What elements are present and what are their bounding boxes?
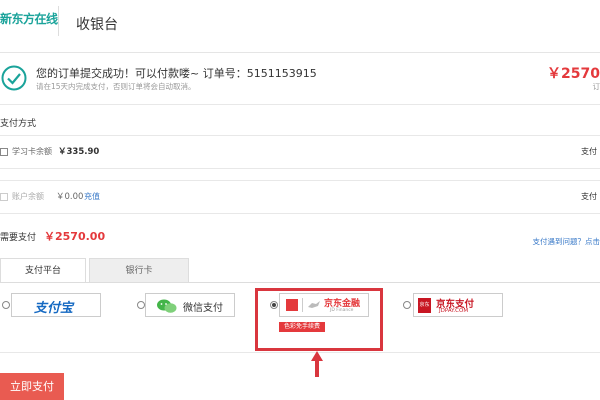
payment-problem-link[interactable]: 支付遇到问题？点击 bbox=[533, 236, 600, 247]
header: 新东方在线 收银台 bbox=[0, 0, 600, 46]
success-check-icon bbox=[1, 65, 27, 91]
selection-highlight-box bbox=[255, 288, 383, 351]
study-card-row: 学习卡余额 ￥335.90 支付 bbox=[0, 135, 600, 169]
alipay-radio[interactable] bbox=[2, 301, 10, 309]
payment-method-title: 支付方式 bbox=[0, 119, 37, 129]
study-card-balance: ￥335.90 bbox=[58, 147, 100, 157]
account-balance-value: ￥0.00 bbox=[56, 192, 84, 202]
pay-now-button[interactable]: 立即支付 bbox=[0, 373, 64, 400]
wechat-pay-label: 微信支付 bbox=[183, 303, 223, 314]
pointer-arrow-icon bbox=[311, 351, 323, 377]
account-balance-label: 账户余额 bbox=[12, 192, 44, 201]
study-card-pay-label: 支付 bbox=[581, 147, 597, 156]
brand-logo[interactable]: 新东方在线 bbox=[0, 10, 58, 27]
order-divider bbox=[0, 104, 600, 105]
study-card-label: 学习卡余额 bbox=[12, 147, 52, 156]
tab-payment-platform[interactable]: 支付平台 bbox=[0, 258, 86, 283]
jdpay-sub-label: JDPAY.COM bbox=[439, 308, 469, 314]
page-title: 收银台 bbox=[76, 17, 118, 33]
wechat-radio[interactable] bbox=[137, 301, 145, 309]
need-pay-amount: ￥2570.00 bbox=[44, 230, 106, 243]
order-deadline-note: 请在15天内完成支付，否则订单将会自动取消。 bbox=[36, 82, 196, 91]
order-summary: 您的订单提交成功！可以付款喽~ 订单号：5151153915 请在15天内完成支… bbox=[0, 53, 600, 100]
account-balance-pay-label: 支付 bbox=[581, 192, 597, 201]
order-details-link[interactable]: 订 bbox=[593, 81, 600, 92]
jdpay-option[interactable]: 京东 京东支付 JDPAY.COM bbox=[413, 293, 503, 317]
wechat-pay-option[interactable]: 微信支付 bbox=[145, 293, 235, 317]
jdpay-badge: 京东 bbox=[418, 298, 431, 313]
study-card-checkbox[interactable] bbox=[0, 148, 8, 156]
wechat-icon bbox=[157, 299, 177, 313]
logo-divider bbox=[58, 6, 59, 36]
jdpay-radio[interactable] bbox=[403, 301, 411, 309]
tab-bank-card[interactable]: 银行卡 bbox=[89, 258, 189, 283]
alipay-logo: 支付宝 bbox=[34, 301, 74, 316]
order-amount: ￥2570 bbox=[547, 66, 600, 82]
need-pay-label: 需要支付 bbox=[0, 233, 37, 243]
alipay-option[interactable]: 支付宝 bbox=[11, 293, 101, 317]
recharge-link[interactable]: 充值 bbox=[84, 191, 100, 202]
account-balance-row: 账户余额 ￥0.00 充值 支付 bbox=[0, 180, 600, 214]
order-success-message: 您的订单提交成功！可以付款喽~ 订单号：5151153915 bbox=[36, 67, 317, 80]
account-balance-checkbox[interactable] bbox=[0, 193, 8, 201]
